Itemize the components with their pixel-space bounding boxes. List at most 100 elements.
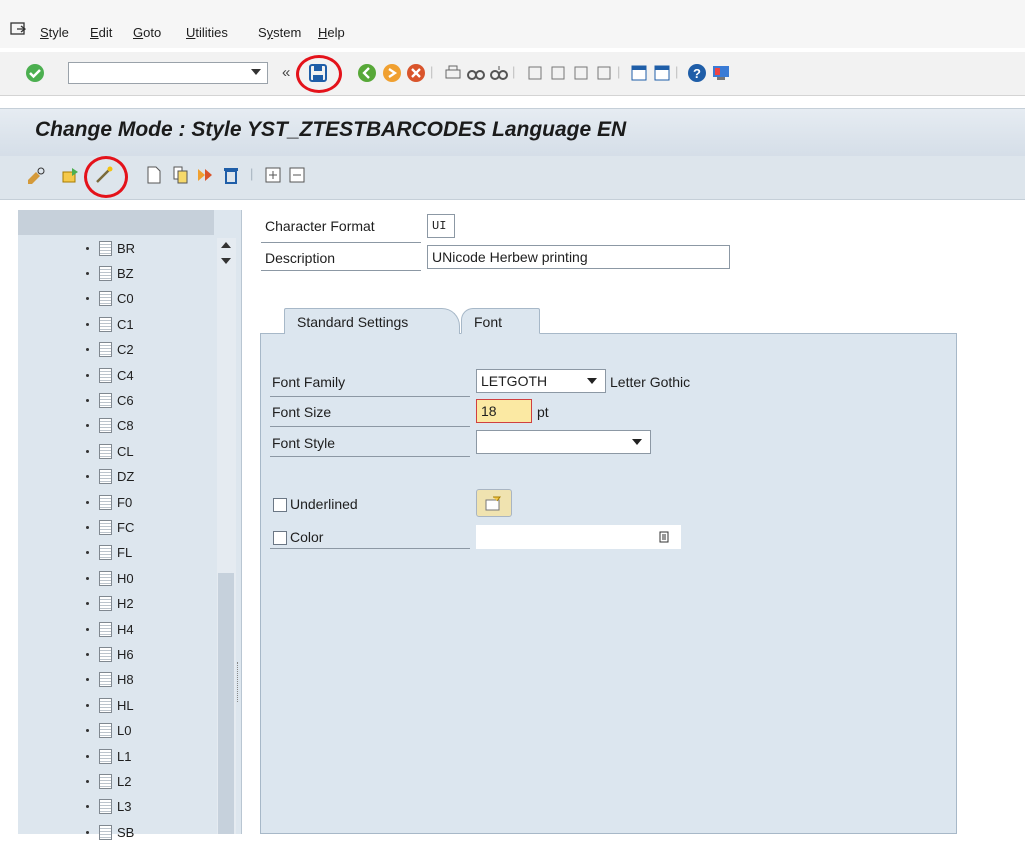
cancel-icon[interactable] — [405, 62, 427, 84]
tree-item[interactable]: L3 — [86, 797, 131, 817]
menu-utilities[interactable]: Utilities — [186, 25, 228, 40]
separator: | — [675, 64, 679, 79]
separator: | — [512, 64, 516, 79]
document-icon — [99, 672, 112, 688]
previous-page-icon[interactable] — [547, 62, 569, 84]
description-field[interactable]: UNicode Herbew printing — [427, 245, 730, 269]
deliver-icon[interactable] — [196, 166, 216, 187]
tree-item-label: L3 — [117, 799, 132, 815]
scroll-down-icon[interactable] — [221, 258, 231, 264]
tree-item-label: C8 — [117, 418, 134, 434]
tree-item[interactable]: C0 — [86, 289, 134, 309]
menu-goto[interactable]: Goto — [133, 25, 161, 40]
menu-style[interactable]: Style — [40, 25, 69, 40]
tree-item[interactable]: H4 — [86, 619, 134, 639]
scroll-thumb[interactable] — [218, 573, 234, 834]
underlined-checkbox[interactable] — [273, 498, 287, 512]
chevron-down-icon[interactable] — [632, 439, 642, 445]
tab-font[interactable]: Font — [461, 308, 540, 334]
tree-item[interactable]: FL — [86, 543, 132, 563]
document-icon — [99, 799, 112, 815]
tree-item-label: H2 — [117, 596, 134, 612]
activate-icon[interactable] — [60, 166, 80, 187]
shortcut-icon[interactable] — [651, 62, 673, 84]
tree-item[interactable]: CL — [86, 441, 134, 461]
create-icon[interactable] — [146, 166, 162, 187]
help-icon[interactable]: ? — [686, 62, 708, 84]
tree-item-label: F0 — [117, 494, 133, 510]
collapse-icon[interactable] — [288, 166, 306, 187]
scroll-up-icon[interactable] — [221, 242, 231, 248]
display-change-icon[interactable] — [26, 166, 46, 187]
font-style-select[interactable] — [476, 430, 651, 454]
tree-item[interactable]: H0 — [86, 568, 134, 588]
tree-item[interactable]: BR — [86, 238, 135, 258]
menu-icon[interactable] — [10, 22, 27, 41]
expand-icon[interactable] — [264, 166, 282, 187]
last-page-icon[interactable] — [593, 62, 615, 84]
page-title: Change Mode : Style YST_ZTESTBARCODES La… — [35, 118, 627, 141]
delete-icon[interactable] — [222, 166, 240, 187]
tree-item[interactable]: F0 — [86, 492, 132, 512]
customize-layout-icon[interactable] — [710, 62, 732, 84]
find-icon[interactable] — [465, 62, 487, 84]
tree-item[interactable]: C1 — [86, 314, 134, 334]
document-icon — [99, 443, 112, 459]
tree-item-label: H8 — [117, 672, 134, 688]
tree-item[interactable]: SB — [86, 822, 134, 842]
color-field[interactable] — [476, 525, 681, 549]
tree-item[interactable]: HL — [86, 695, 134, 715]
underline-settings-button[interactable] — [476, 489, 512, 517]
exit-icon[interactable] — [381, 62, 403, 84]
label-underline — [261, 242, 421, 243]
menu-system[interactable]: System — [258, 25, 301, 40]
menu-help[interactable]: Help — [318, 25, 345, 40]
splitter-handle[interactable] — [237, 662, 241, 702]
tree-item[interactable]: H2 — [86, 594, 134, 614]
first-page-icon[interactable] — [524, 62, 546, 84]
tree-item[interactable]: DZ — [86, 467, 134, 487]
tree-item[interactable]: H8 — [86, 670, 134, 690]
tree-item[interactable]: L2 — [86, 771, 131, 791]
chevron-down-icon[interactable] — [251, 69, 261, 75]
tree-item[interactable]: L1 — [86, 746, 131, 766]
next-page-icon[interactable] — [570, 62, 592, 84]
tree-item[interactable]: C4 — [86, 365, 134, 385]
bullet-icon — [86, 703, 89, 707]
color-checkbox[interactable] — [273, 531, 287, 545]
tab-standard-settings[interactable]: Standard Settings — [284, 308, 460, 334]
find-next-icon[interactable] — [488, 62, 510, 84]
tree-item[interactable]: C6 — [86, 390, 134, 410]
tree-item-label: H4 — [117, 621, 134, 637]
tree-item[interactable]: FC — [86, 517, 134, 537]
highlight-ring — [84, 156, 128, 198]
tree-item-label: FC — [117, 519, 135, 535]
enter-icon[interactable] — [24, 62, 46, 84]
tree-item[interactable]: C2 — [86, 340, 134, 360]
command-field[interactable] — [68, 62, 268, 84]
create-session-icon[interactable] — [628, 62, 650, 84]
tree-item-label: C1 — [117, 316, 134, 332]
tree-item-label: SB — [117, 824, 135, 840]
label-underline — [270, 426, 470, 427]
collapse-toolbar-icon[interactable]: « — [282, 64, 290, 81]
tree-item[interactable]: BZ — [86, 263, 134, 283]
tree-item[interactable]: C8 — [86, 416, 134, 436]
tree-item-label: L1 — [117, 748, 132, 764]
bullet-icon — [86, 246, 89, 250]
print-icon[interactable] — [442, 62, 464, 84]
menu-edit[interactable]: Edit — [90, 25, 112, 40]
back-icon[interactable] — [356, 62, 378, 84]
character-format-field[interactable]: UI — [427, 214, 455, 238]
edit-icon — [485, 496, 501, 511]
tree-item[interactable]: L0 — [86, 721, 131, 741]
font-size-field[interactable]: 18 — [476, 399, 532, 423]
tree-scrollbar[interactable] — [217, 238, 236, 834]
bullet-icon — [86, 373, 89, 377]
chevron-down-icon[interactable] — [587, 378, 597, 384]
copy-icon[interactable] — [172, 166, 190, 187]
document-icon — [99, 494, 112, 510]
value-help-icon[interactable] — [659, 531, 669, 543]
font-family-select[interactable]: LETGOTH — [476, 369, 606, 393]
tree-item[interactable]: H6 — [86, 644, 134, 664]
